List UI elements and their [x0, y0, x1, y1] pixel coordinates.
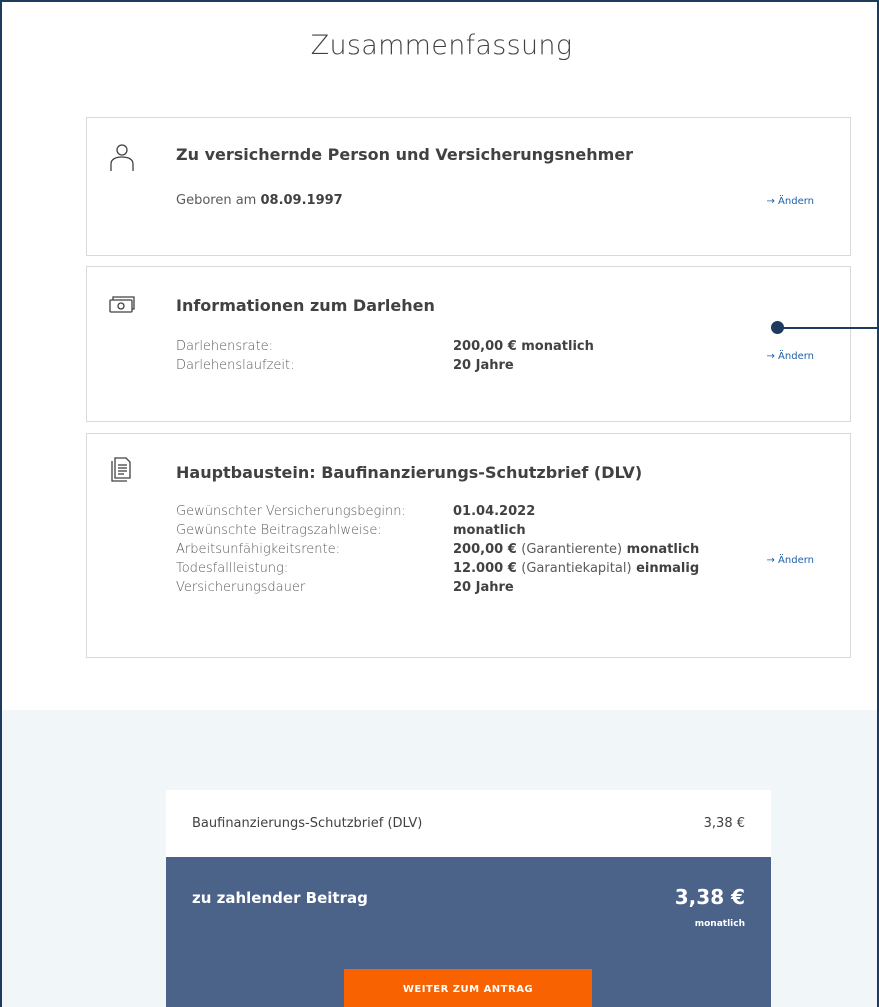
card-loan-title: Informationen zum Darlehen	[176, 296, 435, 315]
loan-row-duration: Darlehenslaufzeit: 20 Jahre	[176, 358, 514, 373]
card-person-title: Zu versichernde Person und Versicherungs…	[176, 145, 634, 164]
total-label: zu zahlender Beitrag	[192, 889, 368, 907]
birth-value: 08.09.1997	[260, 193, 343, 208]
birth-date-line: Geboren am 08.09.1997	[176, 193, 343, 208]
price-summary-product-row: Baufinanzierungs-Schutzbrief (DLV) 3,38 …	[166, 790, 771, 857]
main-row-death: Todesfallleistung: 12.000 € (Garantiekap…	[176, 561, 700, 576]
page-title: Zusammenfassung	[310, 30, 573, 61]
card-main-module: Hauptbaustein: Baufinanzierungs-Schutzbr…	[86, 433, 851, 658]
product-price: 3,38 €	[703, 816, 745, 831]
annotation-line	[778, 327, 877, 329]
main-row-duration: Versicherungsdauer 20 Jahre	[176, 580, 514, 595]
main-row-payment: Gewünschte Beitragszahlweise: monatlich	[176, 523, 526, 538]
page-frame: Zusammenfassung Zu versichernde Person u…	[0, 0, 879, 1007]
loan-row-rate: Darlehensrate: 200,00 € monatlich	[176, 339, 594, 354]
document-icon	[107, 454, 137, 484]
edit-main-link[interactable]: → Ändern	[766, 555, 814, 566]
loan-rows: Darlehensrate: 200,00 € monatlich Darleh…	[176, 337, 594, 375]
product-label: Baufinanzierungs-Schutzbrief (DLV)	[192, 816, 423, 831]
continue-to-application-button[interactable]: WEITER ZUM ANTRAG	[344, 969, 592, 1007]
money-icon	[107, 289, 137, 319]
birth-label: Geboren am	[176, 193, 257, 208]
annotation-dot	[771, 321, 784, 334]
card-person: Zu versichernde Person und Versicherungs…	[86, 117, 851, 256]
price-summary: Baufinanzierungs-Schutzbrief (DLV) 3,38 …	[166, 790, 771, 1007]
edit-person-link[interactable]: → Ändern	[766, 196, 814, 207]
card-main-title: Hauptbaustein: Baufinanzierungs-Schutzbr…	[176, 463, 643, 482]
card-loan: Informationen zum Darlehen Darlehensrate…	[86, 266, 851, 422]
price-summary-total: zu zahlender Beitrag 3,38 € monatlich WE…	[166, 857, 771, 1007]
person-icon	[107, 142, 137, 172]
main-rows: Gewünschter Versicherungsbeginn: 01.04.2…	[176, 502, 699, 597]
main-row-disability: Arbeitsunfähigkeitsrente: 200,00 € (Gara…	[176, 542, 700, 557]
main-row-start: Gewünschter Versicherungsbeginn: 01.04.2…	[176, 504, 536, 519]
edit-loan-link[interactable]: → Ändern	[766, 351, 814, 362]
total-period: monatlich	[694, 919, 745, 929]
total-amount: 3,38 €	[674, 885, 745, 909]
